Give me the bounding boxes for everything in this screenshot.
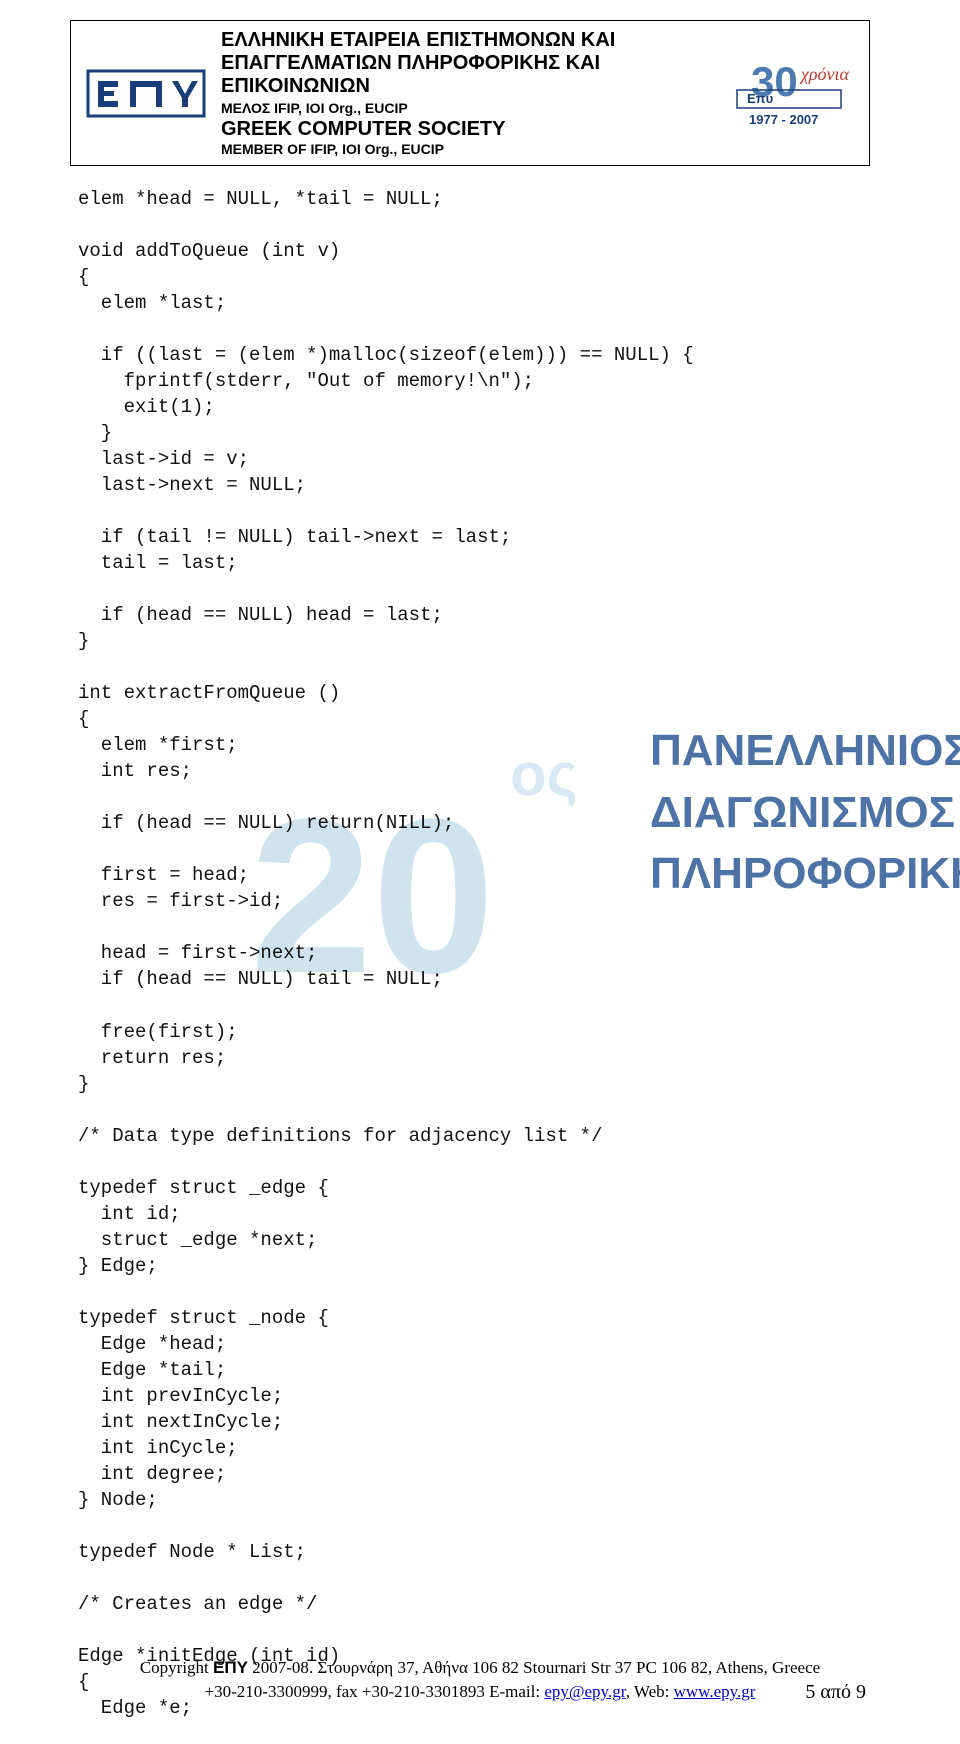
org-name-gr-3: ΕΠΙΚΟΙΝΩΝΙΩΝ — [221, 75, 719, 98]
letterhead: ΕΛΛΗΝΙΚΗ ΕΤΑΙΡΕΙΑ ΕΠΙΣΤΗΜΟΝΩΝ ΚΑΙ ΕΠΑΓΓΕ… — [70, 20, 870, 166]
member-gr: ΜΕΛΟΣ IFIP, IOI Org., EUCIP — [221, 100, 719, 116]
anniv-label: χρόνια — [801, 64, 849, 85]
org-name-gr-2: ΕΠΑΓΓΕΛΜΑΤΙΩΝ ΠΛΗΡΟΦΟΡΙΚΗΣ ΚΑΙ — [221, 52, 719, 75]
epy-logo — [81, 29, 211, 157]
anniversary-logo: 30 χρόνια Επυ 1977 - 2007 — [719, 29, 859, 157]
member-en: MEMBER OF IFIP, IOI Org., EUCIP — [221, 141, 719, 157]
org-name-gr-1: ΕΛΛΗΝΙΚΗ ΕΤΑΙΡΕΙΑ ΕΠΙΣΤΗΜΟΝΩΝ ΚΑΙ — [221, 29, 719, 52]
org-name-en: GREEK COMPUTER SOCIETY — [221, 118, 719, 141]
anniv-years: 1977 - 2007 — [749, 112, 818, 127]
svg-text:Επυ: Επυ — [747, 91, 774, 106]
letterhead-text: ΕΛΛΗΝΙΚΗ ΕΤΑΙΡΕΙΑ ΕΠΙΣΤΗΜΟΝΩΝ ΚΑΙ ΕΠΑΓΓΕ… — [211, 29, 719, 157]
code-listing: elem *head = NULL, *tail = NULL; void ad… — [0, 166, 960, 1721]
